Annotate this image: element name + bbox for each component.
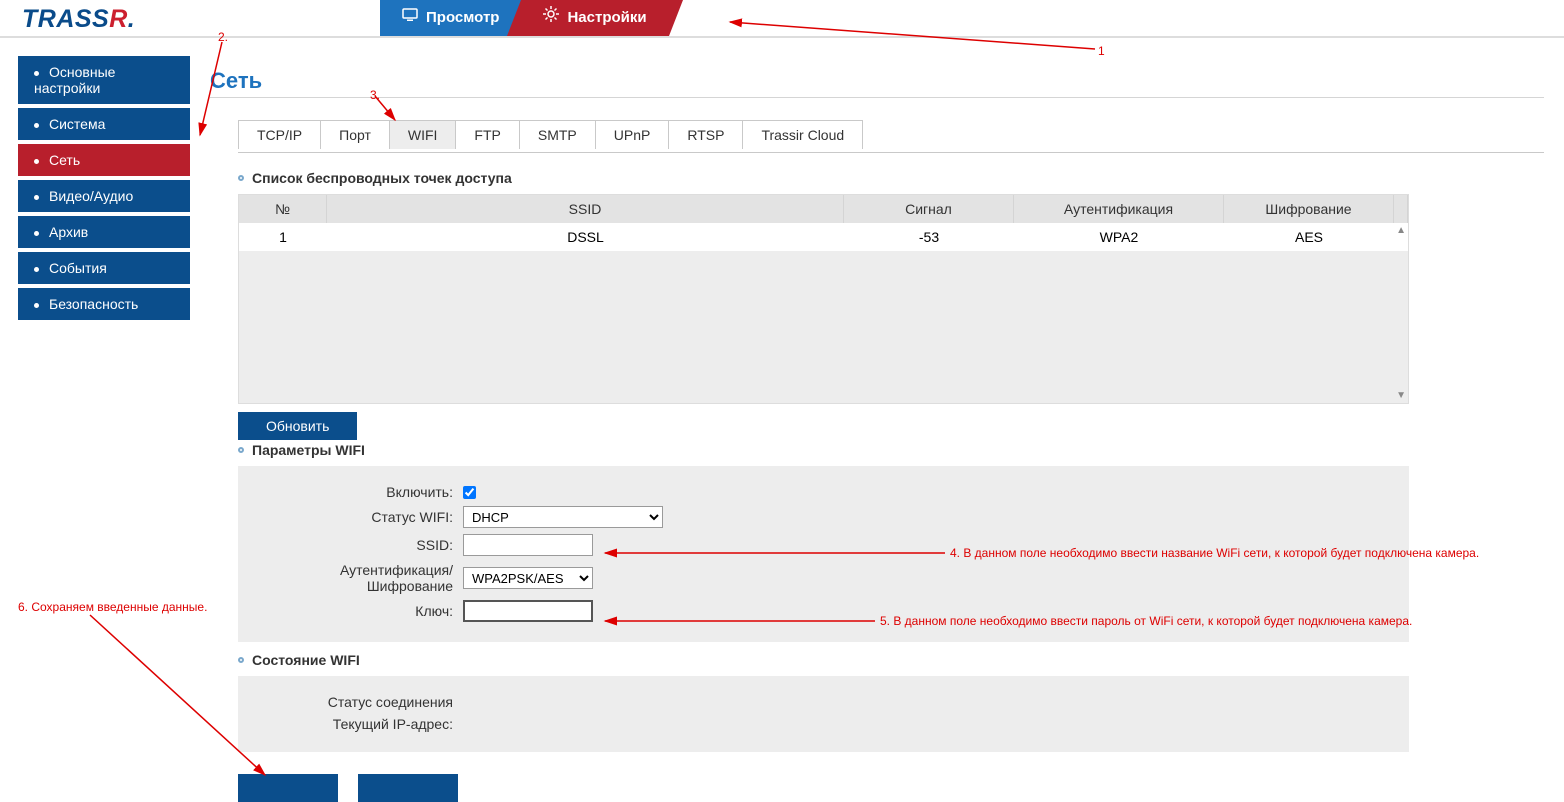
- monitor-icon: [402, 0, 418, 36]
- tab-port[interactable]: Порт: [320, 120, 390, 149]
- sidebar-item-video[interactable]: Видео/Аудио: [18, 180, 190, 212]
- sidebar-item-system[interactable]: Система: [18, 108, 190, 140]
- ap-grid: № SSID Сигнал Аутентификация Шифрование …: [238, 194, 1409, 404]
- tab-settings-label: Настройки: [567, 0, 646, 36]
- ssid-input[interactable]: [463, 534, 593, 556]
- tab-wifi[interactable]: WIFI: [389, 120, 457, 149]
- wifi-status-label: Статус WIFI:: [258, 509, 463, 525]
- annotation-6: 6. Сохраняем введенные данные.: [18, 600, 207, 614]
- col-enc: Шифрование: [1224, 195, 1394, 223]
- key-label: Ключ:: [258, 603, 463, 619]
- ssid-label: SSID:: [258, 537, 463, 553]
- tab-view-label: Просмотр: [426, 0, 499, 36]
- wifi-params-heading: Параметры WIFI: [238, 442, 1409, 458]
- col-ssid: SSID: [327, 195, 844, 223]
- wifi-state-heading: Состояние WIFI: [238, 652, 1409, 668]
- tab-trassir-cloud[interactable]: Trassir Cloud: [742, 120, 863, 149]
- col-auth: Аутентификация: [1014, 195, 1224, 223]
- refresh-button[interactable]: Обновить: [238, 412, 357, 440]
- tab-rtsp[interactable]: RTSP: [668, 120, 743, 149]
- save-button[interactable]: [238, 774, 338, 802]
- annotation-1: 1: [1098, 44, 1105, 58]
- tab-upnp[interactable]: UPnP: [595, 120, 670, 149]
- logo: TRASSR.: [22, 5, 135, 34]
- current-ip-label: Текущий IP-адрес:: [258, 716, 463, 732]
- cancel-button[interactable]: [358, 774, 458, 802]
- sidebar: Основные настройки Система Сеть Видео/Ау…: [18, 56, 190, 324]
- sidebar-item-archive[interactable]: Архив: [18, 216, 190, 248]
- conn-status-value: [463, 695, 467, 710]
- enable-label: Включить:: [258, 484, 463, 500]
- key-input[interactable]: [463, 600, 593, 622]
- ap-row[interactable]: 1 DSSL -53 WPA2 AES: [239, 223, 1408, 251]
- scroll-down-icon[interactable]: ▼: [1396, 390, 1406, 401]
- tab-ftp[interactable]: FTP: [455, 120, 519, 149]
- auth-enc-select[interactable]: WPA2PSK/AES: [463, 567, 593, 589]
- sidebar-item-network[interactable]: Сеть: [18, 144, 190, 176]
- tab-tcpip[interactable]: TCP/IP: [238, 120, 321, 149]
- gear-icon: [543, 0, 559, 36]
- auth-enc-label: Аутентификация/Шифрование: [258, 562, 463, 594]
- tab-view[interactable]: Просмотр: [380, 0, 521, 36]
- tab-settings[interactable]: Настройки: [521, 0, 668, 36]
- page-title: Сеть: [210, 68, 262, 94]
- tab-smtp[interactable]: SMTP: [519, 120, 596, 149]
- sidebar-item-events[interactable]: События: [18, 252, 190, 284]
- aplist-heading: Список беспроводных точек доступа: [238, 170, 1409, 186]
- sidebar-item-basic[interactable]: Основные настройки: [18, 56, 190, 104]
- conn-status-label: Статус соединения: [258, 694, 463, 710]
- enable-checkbox[interactable]: [463, 486, 476, 499]
- col-signal: Сигнал: [844, 195, 1014, 223]
- wifi-status-select[interactable]: DHCP: [463, 506, 663, 528]
- col-n: №: [239, 195, 327, 223]
- current-ip-value: [463, 717, 467, 732]
- scroll-up-icon[interactable]: ▲: [1396, 225, 1406, 236]
- network-tabs: TCP/IP Порт WIFI FTP SMTP UPnP RTSP Tras…: [238, 120, 862, 149]
- annotation-3: 3.: [370, 88, 380, 102]
- sidebar-item-security[interactable]: Безопасность: [18, 288, 190, 320]
